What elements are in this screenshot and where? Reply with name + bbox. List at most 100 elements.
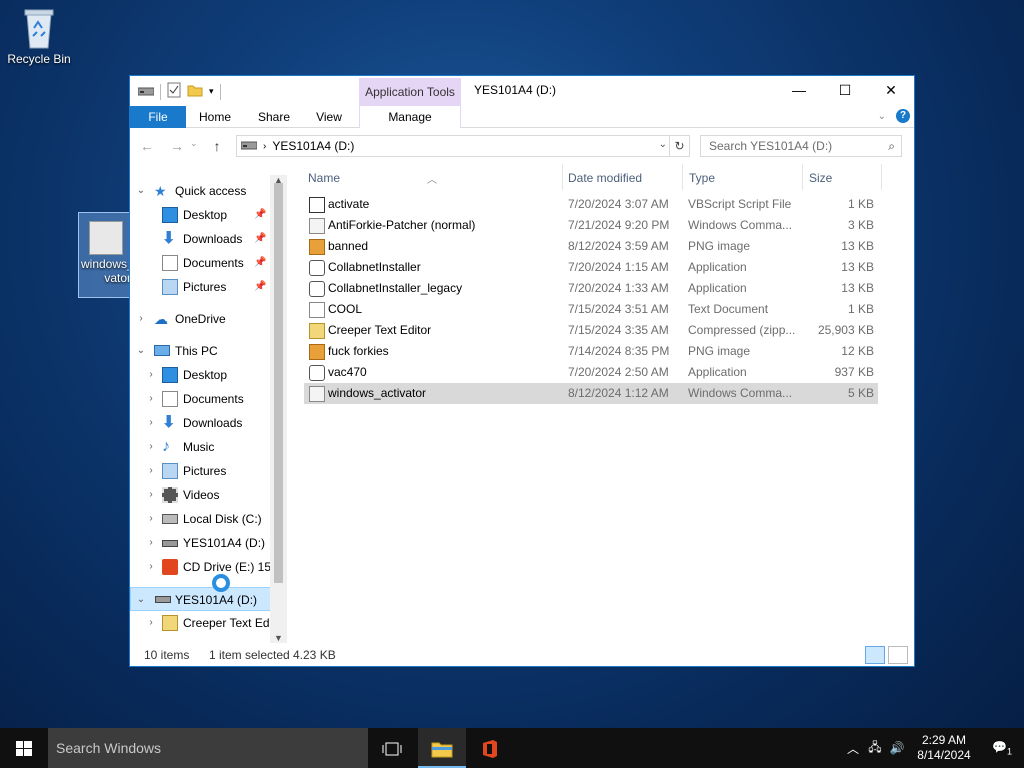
nav-drive-selected[interactable]: ⌄ YES101A4 (D:) — [130, 587, 286, 611]
breadcrumb-path[interactable]: YES101A4 (D:) — [272, 139, 354, 153]
chevron-right-icon[interactable]: › — [144, 363, 158, 387]
nav-pc-pictures[interactable]: › Pictures — [130, 459, 286, 483]
network-icon[interactable]: 🖧 — [864, 738, 886, 759]
file-row[interactable]: vac470 7/20/2024 2:50 AM Application 937… — [304, 362, 878, 383]
file-row-selected[interactable]: windows_activator 8/12/2024 1:12 AM Wind… — [304, 383, 878, 404]
recycle-bin-shortcut[interactable]: Recycle Bin — [4, 6, 74, 66]
properties-icon[interactable] — [167, 82, 181, 101]
forward-arrow-icon[interactable]: → — [170, 138, 184, 154]
clock[interactable]: 2:29 AM 8/14/2024 — [908, 733, 980, 763]
nav-onedrive[interactable]: › ☁ OneDrive — [130, 307, 286, 331]
chevron-down-icon[interactable]: ▾ — [209, 86, 214, 97]
drive-icon — [155, 596, 171, 603]
chevron-right-icon[interactable]: › — [144, 483, 158, 507]
drive-icon — [137, 85, 155, 99]
file-row[interactable]: activate 7/20/2024 3:07 AM VBScript Scri… — [304, 194, 878, 215]
chevron-right-icon[interactable]: › — [144, 435, 158, 459]
nav-label: CD Drive (E:) 15.0 — [183, 560, 282, 574]
back-arrow-icon[interactable]: ← — [140, 138, 154, 154]
title-bar[interactable]: ▾ Application Tools YES101A4 (D:) — ☐ ✕ — [130, 76, 914, 106]
file-row[interactable]: CollabnetInstaller_legacy 7/20/2024 1:33… — [304, 278, 878, 299]
nav-quick-access[interactable]: ⌄ ★ Quick access — [130, 179, 286, 203]
chevron-right-icon[interactable]: › — [144, 507, 158, 531]
file-row[interactable]: COOL 7/15/2024 3:51 AM Text Document 1 K… — [304, 299, 878, 320]
cmd-icon — [309, 386, 325, 402]
tab-share[interactable]: Share — [250, 106, 298, 128]
up-arrow-icon[interactable]: ↑ — [214, 138, 221, 154]
pin-icon[interactable]: 📌 — [254, 227, 266, 251]
nav-scrollbar[interactable]: ▲ ▼ — [270, 175, 287, 643]
recent-locations-icon[interactable]: ⌄ — [190, 138, 198, 154]
task-view-icon[interactable] — [368, 728, 416, 768]
breadcrumb-chevron-icon[interactable]: › — [263, 141, 266, 152]
chevron-right-icon[interactable]: › — [144, 611, 158, 635]
tab-file[interactable]: File — [130, 106, 186, 128]
desktop-file-windows-activator[interactable]: windows_ vator — [78, 212, 134, 298]
column-divider[interactable] — [881, 164, 882, 190]
nav-pc-videos[interactable]: › Videos — [130, 483, 286, 507]
large-icons-view-icon[interactable] — [888, 646, 908, 664]
column-divider[interactable] — [562, 164, 563, 190]
column-divider[interactable] — [802, 164, 803, 190]
chevron-down-icon[interactable]: ⌄ — [134, 179, 148, 203]
file-row[interactable]: AntiForkie-Patcher (normal) 7/21/2024 9:… — [304, 215, 878, 236]
nav-qa-downloads[interactable]: ⬇ Downloads 📌 — [130, 227, 286, 251]
file-row[interactable]: banned 8/12/2024 3:59 AM PNG image 13 KB — [304, 236, 878, 257]
tab-home[interactable]: Home — [192, 106, 238, 128]
notifications-icon[interactable]: 💬1 — [980, 740, 1024, 756]
scroll-thumb[interactable] — [274, 183, 283, 583]
nav-pc-documents[interactable]: › Documents — [130, 387, 286, 411]
nav-qa-desktop[interactable]: Desktop 📌 — [130, 203, 286, 227]
pin-icon[interactable]: 📌 — [254, 251, 266, 275]
search-input[interactable]: Search YES101A4 (D:) ⌕ — [700, 135, 902, 157]
refresh-icon[interactable]: ↻ — [669, 136, 689, 156]
chevron-right-icon[interactable]: › — [144, 459, 158, 483]
chevron-down-icon[interactable]: ⌄ — [134, 588, 148, 612]
nav-qa-documents[interactable]: Documents 📌 — [130, 251, 286, 275]
pin-icon[interactable]: 📌 — [254, 275, 266, 299]
nav-pc-desktop[interactable]: › Desktop — [130, 363, 286, 387]
nav-drive-child[interactable]: › Creeper Text Edit — [130, 611, 286, 635]
chevron-right-icon[interactable]: › — [134, 307, 148, 331]
column-size[interactable]: Size — [809, 171, 832, 185]
taskbar-search-input[interactable]: Search Windows — [48, 728, 368, 768]
details-view-icon[interactable] — [865, 646, 885, 664]
office-taskbar-icon[interactable] — [466, 728, 514, 768]
tab-view[interactable]: View — [308, 106, 350, 128]
column-date[interactable]: Date modified — [568, 171, 642, 185]
chevron-right-icon[interactable]: › — [144, 531, 158, 555]
column-name[interactable]: Name — [308, 171, 340, 185]
file-row[interactable]: fuck forkies 7/14/2024 8:35 PM PNG image… — [304, 341, 878, 362]
help-icon[interactable]: ? — [896, 109, 910, 123]
volume-icon[interactable]: 🔊 — [886, 741, 908, 755]
column-type[interactable]: Type — [689, 171, 715, 185]
scroll-down-icon[interactable]: ▼ — [270, 633, 287, 643]
nav-pc-cd-drive[interactable]: › CD Drive (E:) 15.0 — [130, 555, 286, 579]
maximize-button[interactable]: ☐ — [822, 76, 868, 105]
file-row[interactable]: Creeper Text Editor 7/15/2024 3:35 AM Co… — [304, 320, 878, 341]
nav-pc-downloads[interactable]: › ⬇ Downloads — [130, 411, 286, 435]
nav-pc-music[interactable]: › ♪ Music — [130, 435, 286, 459]
chevron-right-icon[interactable]: › — [144, 555, 158, 579]
nav-this-pc[interactable]: ⌄ This PC — [130, 339, 286, 363]
expand-ribbon-icon[interactable]: ⌄ — [878, 111, 886, 122]
chevron-down-icon[interactable]: ⌄ — [134, 339, 148, 363]
file-explorer-taskbar-icon[interactable] — [418, 728, 466, 768]
nav-pc-usb-drive[interactable]: › YES101A4 (D:) — [130, 531, 286, 555]
file-row[interactable]: CollabnetInstaller 7/20/2024 1:15 AM App… — [304, 257, 878, 278]
address-dropdown-icon[interactable]: ⌄ — [659, 139, 667, 150]
address-bar[interactable]: › YES101A4 (D:) ⌄ ↻ — [236, 135, 690, 157]
file-date: 7/15/2024 3:51 AM — [568, 302, 669, 316]
tab-manage[interactable]: Manage — [359, 106, 461, 128]
chevron-up-icon[interactable]: ︿ — [842, 740, 864, 757]
new-folder-icon[interactable] — [187, 83, 203, 100]
chevron-right-icon[interactable]: › — [144, 387, 158, 411]
nav-qa-pictures[interactable]: Pictures 📌 — [130, 275, 286, 299]
nav-pc-local-disk[interactable]: › Local Disk (C:) — [130, 507, 286, 531]
minimize-button[interactable]: — — [776, 76, 822, 105]
column-divider[interactable] — [682, 164, 683, 190]
close-button[interactable]: ✕ — [868, 76, 914, 105]
chevron-right-icon[interactable]: › — [144, 411, 158, 435]
start-button[interactable] — [0, 728, 48, 768]
pin-icon[interactable]: 📌 — [254, 203, 266, 227]
